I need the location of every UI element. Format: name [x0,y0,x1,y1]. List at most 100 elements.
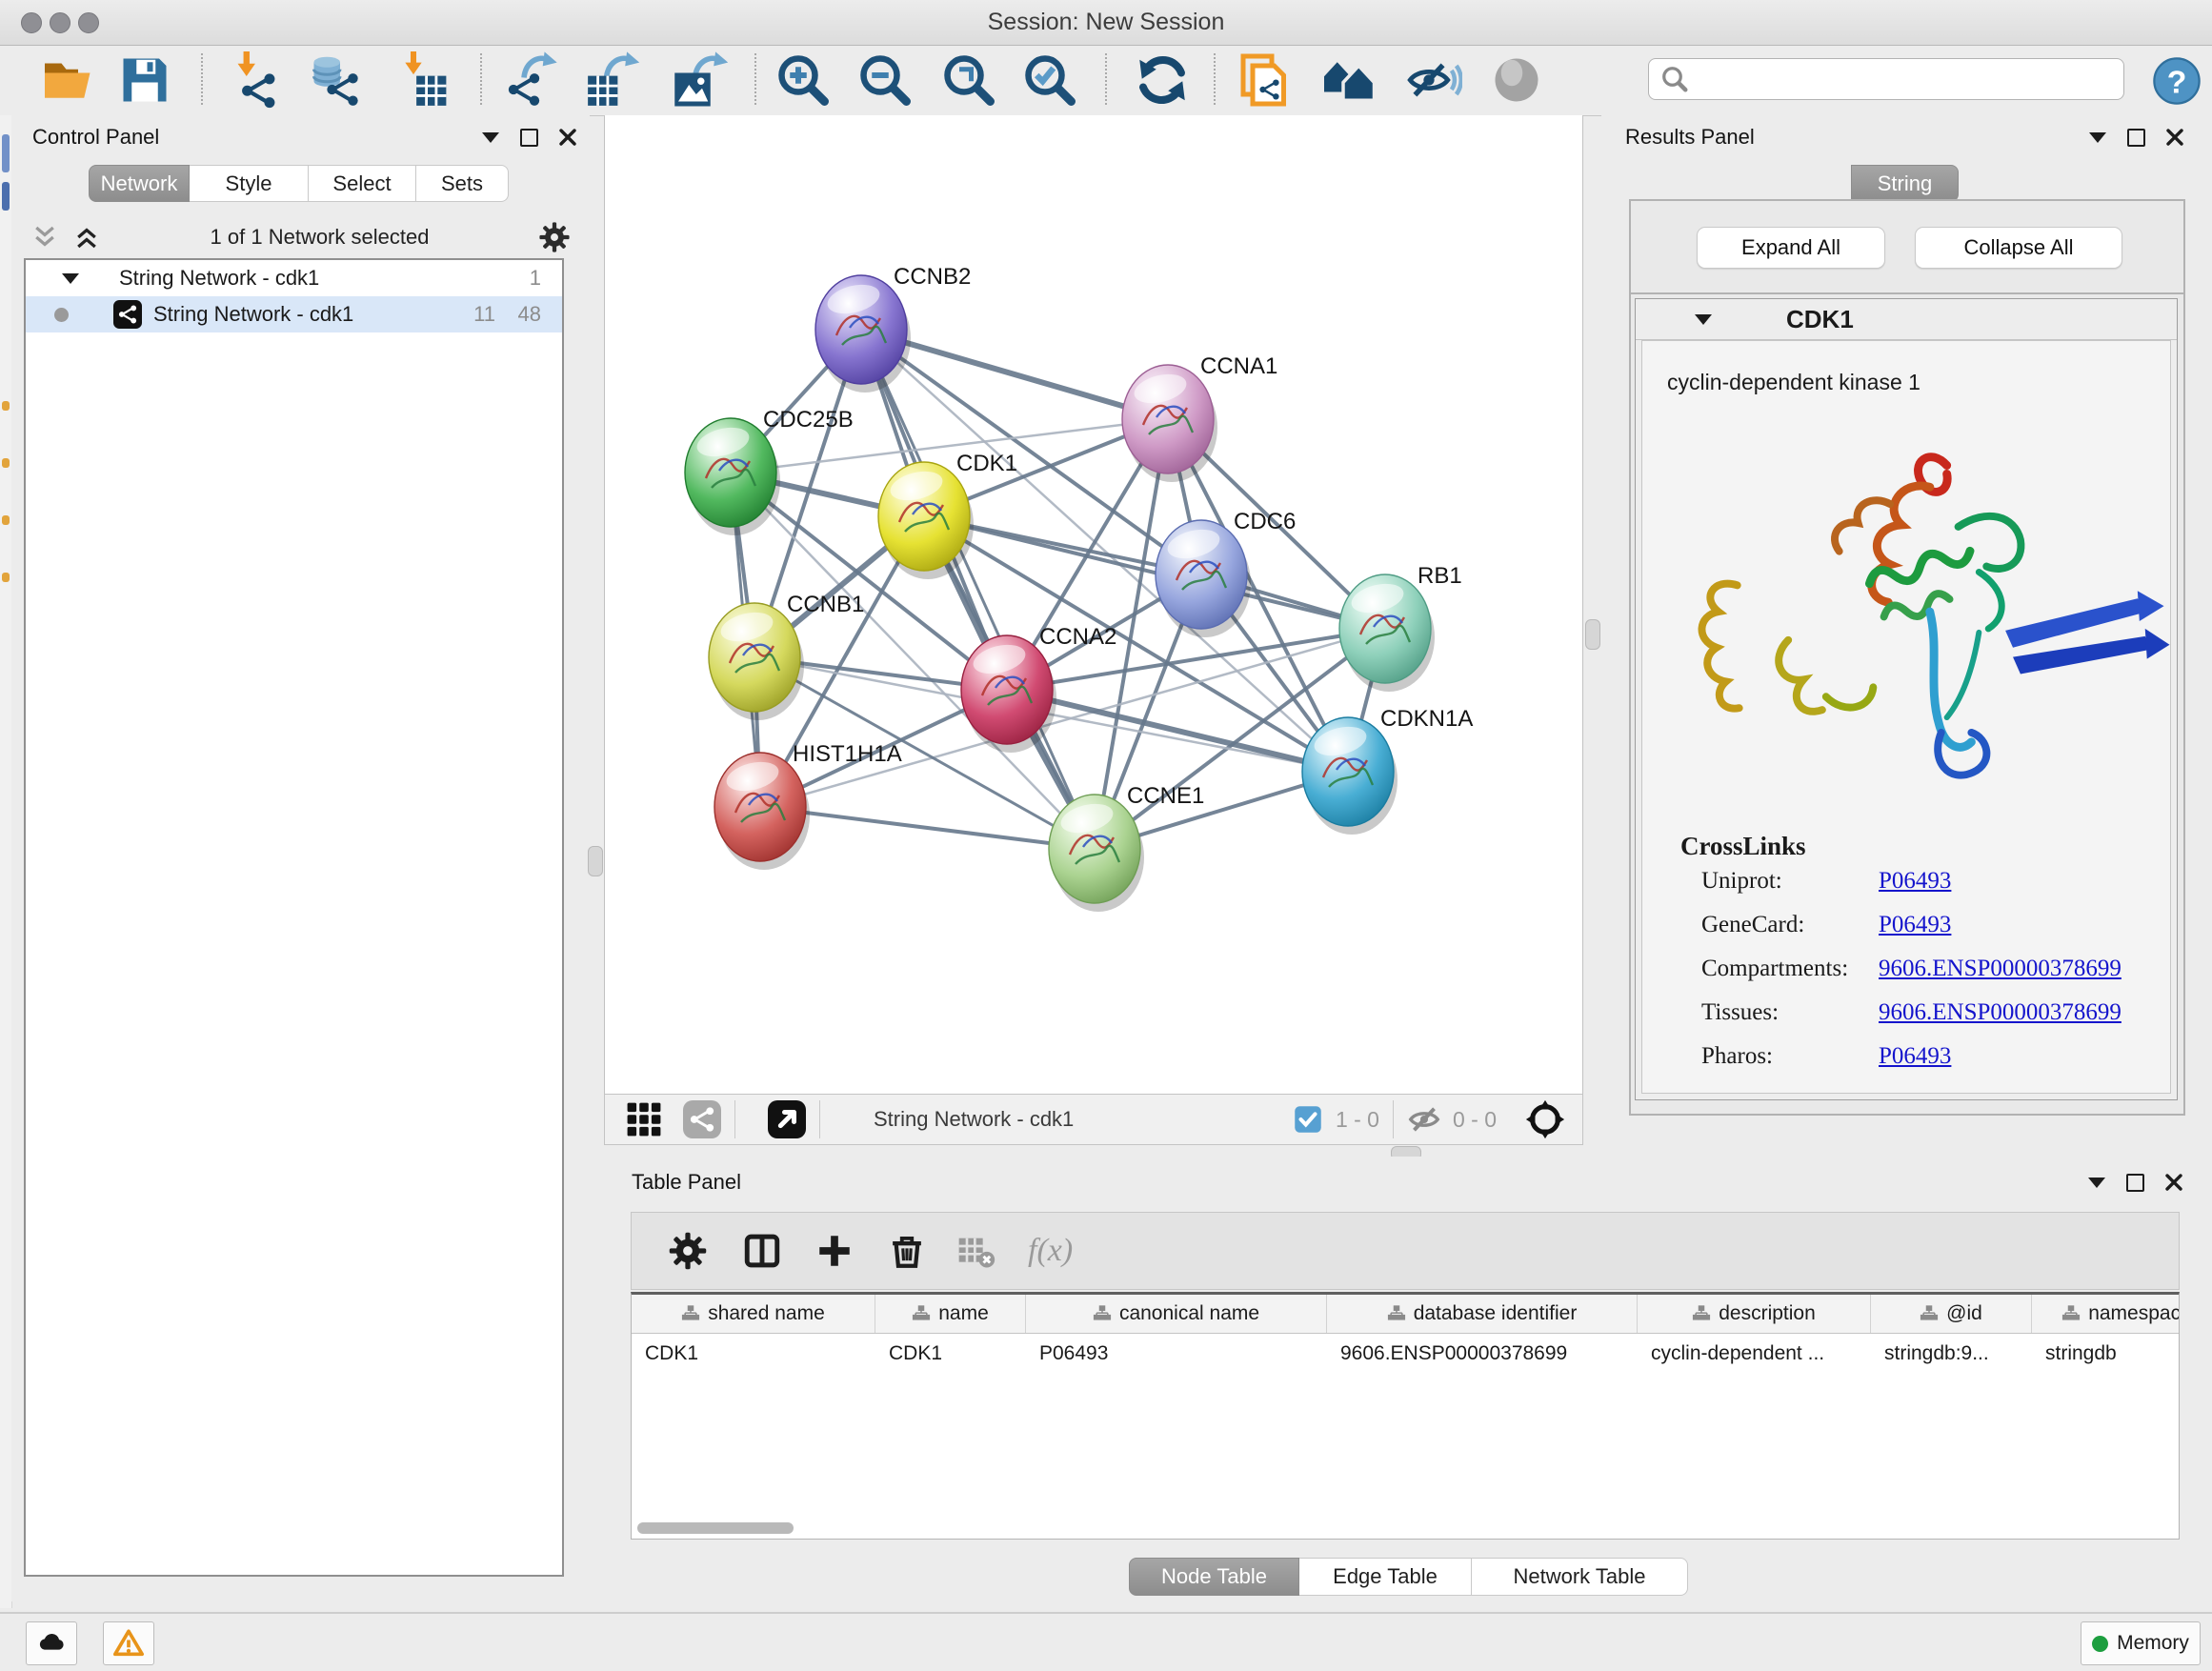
network-options-gear-icon[interactable] [538,221,571,253]
column-header-shared-name[interactable]: shared name [632,1295,875,1333]
node-CCNA2[interactable]: CCNA2 [961,624,1116,753]
expand-all-button[interactable]: Expand All [1697,227,1885,269]
hide-glass-effect-icon[interactable] [1405,51,1462,109]
gene-section-header[interactable]: CDK1 [1636,299,2177,340]
import-table-file-icon[interactable] [394,51,452,109]
panel-close-icon[interactable] [559,129,576,146]
edge-CDK1-RB1[interactable] [924,516,1385,629]
collapse-all-button[interactable]: Collapse All [1915,227,2122,269]
tab-network-table[interactable]: Network Table [1472,1558,1688,1596]
tab-style[interactable]: Style [190,165,309,202]
network-canvas[interactable]: CCNB2CCNA1CDC25BCDK1CDC6RB1CCNB1CCNA2CDK… [604,115,1583,1094]
node-CDC6[interactable]: CDC6 [1156,509,1296,637]
node-HIST1H1A[interactable]: HIST1H1A [714,741,902,870]
tab-select[interactable]: Select [309,165,416,202]
gene-expander-icon[interactable] [1695,314,1712,325]
panel-menu-icon[interactable] [482,132,499,143]
save-session-icon[interactable] [116,51,173,109]
network-collection-row[interactable]: String Network - cdk1 1 [26,260,562,296]
table-cell[interactable]: cyclin-dependent ... [1638,1334,1871,1374]
table-cell[interactable]: CDK1 [632,1334,875,1374]
collapse-all-networks-icon[interactable] [30,223,59,252]
edge-CCNB2-CCNE1[interactable] [861,330,1095,849]
table-cell[interactable]: stringdb:9... [1871,1334,2032,1374]
cloud-status-button[interactable] [26,1621,77,1665]
table-hscrollbar-thumb[interactable] [637,1522,794,1534]
node-CDC25B[interactable]: CDC25B [685,407,854,535]
crosslink-link[interactable]: P06493 [1879,912,1951,938]
panel-menu-icon[interactable] [2089,132,2106,143]
export-table-icon[interactable] [585,51,642,109]
table-cell[interactable]: stringdb [2032,1334,2180,1374]
expand-all-networks-icon[interactable] [72,223,101,252]
export-network-icon[interactable] [505,51,562,109]
node-RB1[interactable]: RB1 [1339,563,1462,692]
collection-expander-icon[interactable] [62,273,79,284]
panel-float-icon[interactable] [2126,1174,2144,1192]
node-CCNB2[interactable]: CCNB2 [815,264,971,393]
panel-close-icon[interactable] [2166,129,2183,146]
crosslink-link[interactable]: 9606.ENSP00000378699 [1879,956,2122,982]
warnings-button[interactable] [103,1621,154,1665]
column-header-database-identifier[interactable]: database identifier [1327,1295,1638,1333]
fit-selected-crosshair-icon[interactable] [1523,1097,1567,1141]
search-field[interactable] [1648,58,2124,100]
edge-speck [2,458,10,468]
vertical-splitter-grip[interactable] [588,846,603,876]
column-header-@id[interactable]: @id [1871,1295,2032,1333]
table-options-gear-icon[interactable] [668,1231,708,1271]
network-grid-view-icon[interactable] [626,1101,662,1137]
tab-string[interactable]: String [1851,165,1959,202]
open-session-icon[interactable] [40,51,97,109]
table-row[interactable]: CDK1CDK1P064939606.ENSP00000378699cyclin… [632,1334,2179,1374]
tab-edge-table[interactable]: Edge Table [1299,1558,1472,1596]
memory-button[interactable]: Memory [2081,1621,2201,1665]
vertical-splitter-grip[interactable] [1585,619,1600,650]
table-cell[interactable]: P06493 [1026,1334,1327,1374]
edge-HIST1H1A-CCNE1[interactable] [760,807,1095,849]
network-row-selected[interactable]: String Network - cdk1 11 48 [26,296,562,332]
help-icon[interactable]: ? [2151,55,2208,112]
column-header-name[interactable]: name [875,1295,1026,1333]
table-hscrollbar[interactable] [633,1521,2175,1535]
panel-float-icon[interactable] [520,129,538,147]
create-column-icon[interactable] [814,1231,855,1271]
node-CDKN1A[interactable]: CDKN1A [1302,706,1473,835]
import-network-file-icon[interactable] [229,51,286,109]
zoom-fit-icon[interactable] [940,51,997,109]
zoom-out-icon[interactable] [856,51,914,109]
panel-menu-icon[interactable] [2088,1178,2105,1188]
node-CCNB1[interactable]: CCNB1 [709,592,864,720]
shared-column-icon [1920,1304,1939,1323]
export-image-icon[interactable] [674,51,731,109]
tab-network[interactable]: Network [89,165,190,202]
column-header-namespace[interactable]: namespace [2032,1295,2180,1333]
table-cell[interactable]: 9606.ENSP00000378699 [1327,1334,1638,1374]
string-network-graph[interactable]: CCNB2CCNA1CDC25BCDK1CDC6RB1CCNB1CCNA2CDK… [605,115,1582,1092]
tab-sets[interactable]: Sets [416,165,509,202]
search-input[interactable] [1697,66,2101,92]
show-columns-icon[interactable] [742,1231,782,1271]
table-cell[interactable]: CDK1 [875,1334,1026,1374]
tab-node-table[interactable]: Node Table [1129,1558,1299,1596]
zoom-selected-icon[interactable] [1021,51,1078,109]
delete-column-icon[interactable] [887,1231,927,1271]
zoom-in-icon[interactable] [774,51,832,109]
column-header-canonical-name[interactable]: canonical name [1026,1295,1327,1333]
selected-checkbox-icon[interactable] [1294,1105,1322,1134]
column-header-description[interactable]: description [1638,1295,1871,1333]
birds-eye-view-icon[interactable] [768,1100,806,1138]
panel-close-icon[interactable] [2165,1174,2182,1191]
crosslink-link[interactable]: P06493 [1879,1043,1951,1070]
import-network-database-icon[interactable] [307,51,364,109]
panel-float-icon[interactable] [2127,129,2145,147]
crosslink-link[interactable]: P06493 [1879,868,1951,895]
home-icon[interactable] [1319,51,1377,109]
network-view-share-icon[interactable] [683,1100,721,1138]
node-CCNE1[interactable]: CCNE1 [1049,783,1204,912]
node-CCNA1[interactable]: CCNA1 [1122,353,1277,482]
clone-network-icon[interactable] [1234,51,1291,109]
crosslink-link[interactable]: 9606.ENSP00000378699 [1879,999,2122,1026]
apply-layout-icon[interactable] [1134,51,1191,109]
preview-mode-icon[interactable] [1488,51,1545,109]
